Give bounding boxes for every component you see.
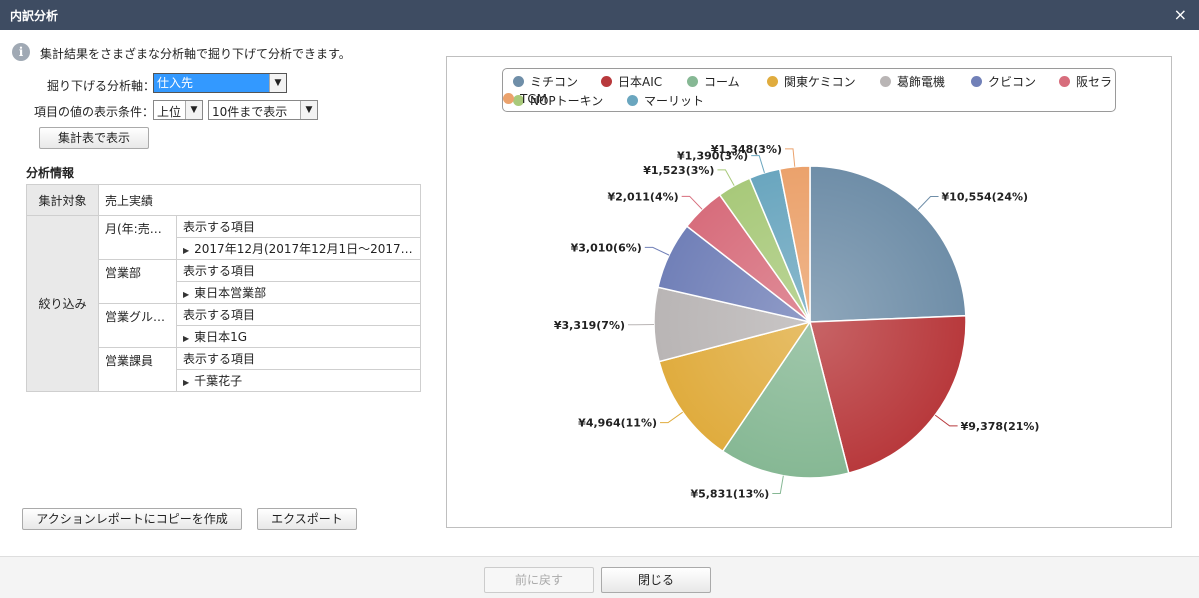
data-label: ¥10,554(24%): [942, 191, 1029, 204]
limit-select-value: 10件まで表示: [212, 103, 287, 120]
data-label: ¥2,011(4%): [607, 190, 678, 203]
analysis-table: 集計対象 売上実績 絞り込み 月(年:売… 表示する項目 ▶ 2017年12月(2…: [26, 184, 421, 392]
filter-value: 東日本1G: [194, 330, 247, 344]
filter-header: 表示する項目: [177, 304, 421, 326]
section-title: 分析情報: [26, 164, 74, 181]
axis-select[interactable]: 仕入先 ▼: [153, 73, 287, 93]
data-label: ¥4,964(11%): [578, 417, 657, 430]
filter-header: 表示する項目: [177, 216, 421, 238]
label-leader-line: [660, 412, 683, 422]
label-leader-line: [918, 197, 938, 210]
caret-right-icon: ▶: [183, 378, 189, 387]
filter-value: 東日本営業部: [194, 286, 266, 300]
data-label: ¥1,523(3%): [643, 164, 714, 177]
caret-right-icon: ▶: [183, 246, 189, 255]
show-table-button[interactable]: 集計表で表示: [39, 127, 149, 149]
copy-report-button[interactable]: アクションレポートにコピーを作成: [22, 508, 242, 530]
label-leader-line: [785, 149, 795, 167]
table-row: 絞り込み 月(年:売… 表示する項目: [27, 216, 421, 238]
dialog-footer: 前に戻す 閉じる: [0, 556, 1199, 598]
window-title: 内訳分析: [10, 7, 58, 24]
label-leader-line: [751, 156, 764, 173]
order-select[interactable]: 上位 ▼: [153, 100, 203, 120]
order-select-value: 上位: [157, 103, 181, 120]
data-label: ¥5,831(13%): [690, 487, 769, 500]
axis-label: 掘り下げる分析軸：: [47, 77, 155, 94]
close-icon[interactable]: ×: [1174, 5, 1187, 24]
chevron-down-icon: ▼: [185, 101, 202, 119]
back-button[interactable]: 前に戻す: [484, 567, 594, 593]
filter-header: 表示する項目: [177, 260, 421, 282]
target-value: 売上実績: [99, 185, 421, 216]
condition-label: 項目の値の表示条件：: [34, 103, 154, 120]
caret-right-icon: ▶: [183, 334, 189, 343]
window-titlebar: 内訳分析 ×: [0, 0, 1199, 30]
data-label: ¥9,378(21%): [961, 420, 1040, 433]
label-leader-line: [772, 476, 783, 494]
pie-slice[interactable]: [810, 166, 966, 322]
filter-name: 営業課員: [99, 348, 177, 392]
filter-value-cell[interactable]: ▶ 2017年12月(2017年12月1日～2017…: [177, 238, 421, 260]
filter-name: 営業部: [99, 260, 177, 304]
limit-select[interactable]: 10件まで表示 ▼: [208, 100, 318, 120]
filter-header: 表示する項目: [177, 348, 421, 370]
filter-value: 千葉花子: [194, 374, 242, 388]
axis-select-value: 仕入先: [154, 74, 269, 92]
filter-name: 月(年:売…: [99, 216, 177, 260]
filter-value-cell[interactable]: ▶ 千葉花子: [177, 370, 421, 392]
filter-value: 2017年12月(2017年12月1日～2017…: [194, 242, 412, 256]
chevron-down-icon: ▼: [300, 101, 317, 119]
data-label: ¥3,319(7%): [554, 319, 625, 332]
data-label: ¥1,348(3%): [711, 143, 782, 156]
filter-label: 絞り込み: [27, 216, 99, 392]
info-text: 集計結果をさまざまな分析軸で掘り下げて分析できます。: [40, 45, 351, 62]
info-icon: i: [12, 43, 30, 61]
target-label: 集計対象: [27, 185, 99, 216]
table-row: 集計対象 売上実績: [27, 185, 421, 216]
filter-name: 営業グル…: [99, 304, 177, 348]
chart-panel: ミチコン日本AICコーム関東ケミコン葛飾電機クビコン阪セラNOPトーキンマーリッ…: [446, 56, 1172, 528]
label-leader-line: [717, 170, 734, 186]
chevron-down-icon: ▼: [269, 74, 286, 92]
label-leader-line: [682, 196, 702, 209]
data-label: ¥3,010(6%): [571, 241, 642, 254]
filter-value-cell[interactable]: ▶ 東日本営業部: [177, 282, 421, 304]
export-button[interactable]: エクスポート: [257, 508, 357, 530]
pie-chart: ¥10,554(24%) ¥9,378(21%) ¥5,831(13%) ¥4,964…: [447, 57, 1171, 527]
filter-value-cell[interactable]: ▶ 東日本1G: [177, 326, 421, 348]
label-leader-line: [935, 415, 957, 426]
label-leader-line: [645, 247, 669, 255]
close-button[interactable]: 閉じる: [601, 567, 711, 593]
caret-right-icon: ▶: [183, 290, 189, 299]
